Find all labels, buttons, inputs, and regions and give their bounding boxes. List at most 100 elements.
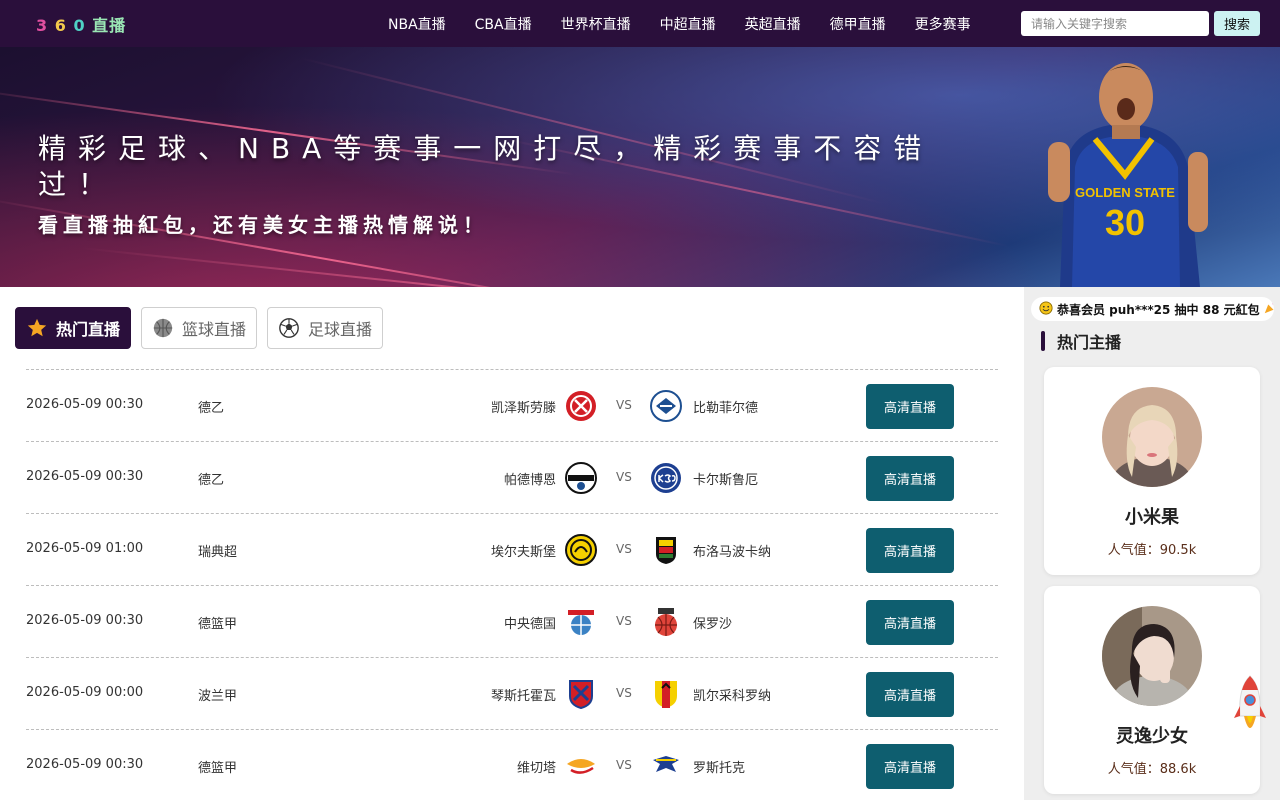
tab-label: 足球直播 <box>308 320 373 339</box>
tab-basketball-live[interactable]: 篮球直播 <box>141 307 258 349</box>
logo-char: 0 <box>73 16 86 35</box>
home-team-name: 埃尔夫斯堡 <box>490 545 556 560</box>
main-nav: NBA直播 CBA直播 世界杯直播 中超直播 英超直播 德甲直播 更多赛事 <box>388 0 1000 47</box>
match-time: 2026-05-09 01:00 <box>26 541 144 556</box>
away-team-name: 比勒菲尔德 <box>693 401 759 416</box>
match-row: 2026-05-09 00:30 德篮甲 中央德国 VS 保罗沙 高清直播 <box>26 585 998 657</box>
basketball-player-image: GOLDEN STATE 30 <box>1048 63 1208 287</box>
category-tabs: 热门直播 篮球直播 足球直播 <box>15 307 393 349</box>
soccer-ball-icon <box>278 317 300 339</box>
vs-label: VS <box>616 614 632 628</box>
match-league: 德篮甲 <box>198 617 238 632</box>
vs-label: VS <box>616 398 632 412</box>
match-row: 2026-05-09 00:30 德乙 凯泽斯劳滕 VS 比勒菲尔德 高清直播 <box>26 369 998 441</box>
hd-live-button[interactable]: 高清直播 <box>866 600 954 645</box>
logo-char: 3 <box>36 16 49 35</box>
hd-live-button[interactable]: 高清直播 <box>866 456 954 501</box>
away-team-name: 凯尔采科罗纳 <box>693 689 772 704</box>
logo-char: 6 <box>54 16 67 35</box>
away-team-name: 布洛马波卡纳 <box>693 545 772 560</box>
anchor-name: 灵逸少女 <box>1116 726 1188 747</box>
nav-link-epl[interactable]: 英超直播 <box>745 14 801 34</box>
home-team-logo <box>565 534 597 566</box>
match-time: 2026-05-09 00:30 <box>26 757 144 772</box>
nav-link-csl[interactable]: 中超直播 <box>660 14 716 34</box>
match-league: 波兰甲 <box>198 689 238 704</box>
vs-label: VS <box>616 470 632 484</box>
match-row: 2026-05-09 00:30 德乙 帕德博恩 VS 卡尔斯鲁厄 高清直播 <box>26 441 998 513</box>
anchor-popularity: 人气值：90.5k <box>1107 543 1197 558</box>
tab-soccer-live[interactable]: 足球直播 <box>267 307 384 349</box>
away-team-name: 罗斯托克 <box>693 761 746 776</box>
party-popper-icon <box>1263 301 1274 318</box>
anchor-card[interactable]: 小米果 人气值：90.5k <box>1044 367 1260 575</box>
home-team-logo <box>567 759 595 774</box>
away-team-logo <box>655 681 677 708</box>
match-time: 2026-05-09 00:30 <box>26 397 144 412</box>
home-team-logo <box>565 462 597 494</box>
match-league: 德乙 <box>198 473 225 488</box>
away-team-logo <box>651 463 681 493</box>
search-button[interactable]: 搜索 <box>1214 11 1260 36</box>
away-team-logo <box>650 390 682 422</box>
vs-label: VS <box>616 686 632 700</box>
home-team-logo <box>568 610 594 635</box>
anchor-name: 小米果 <box>1125 507 1179 528</box>
match-league: 德乙 <box>198 401 225 416</box>
banner-headline: 精彩足球、NBA等赛事一网打尽，精彩赛事不容错过！ <box>38 132 934 201</box>
away-team-name: 保罗沙 <box>693 617 733 632</box>
hero-banner: 精彩足球、NBA等赛事一网打尽，精彩赛事不容错过！ 看直播抽紅包，还有美女主播热… <box>0 47 1280 287</box>
home-team-name: 中央德国 <box>503 617 556 632</box>
tab-hot-live[interactable]: 热门直播 <box>15 307 132 349</box>
svg-text:GOLDEN STATE: GOLDEN STATE <box>1075 185 1175 200</box>
heading-text: 热门主播 <box>1057 333 1122 352</box>
top-navigation-bar: 3 6 0 直播 NBA直播 CBA直播 世界杯直播 中超直播 英超直播 德甲直… <box>0 0 1280 47</box>
hd-live-button[interactable]: 高清直播 <box>866 528 954 573</box>
banner-subheadline: 看直播抽紅包，还有美女主播热情解说！ <box>38 213 488 237</box>
search-input[interactable] <box>1021 11 1209 36</box>
tab-label: 篮球直播 <box>182 320 247 339</box>
heading-accent-bar <box>1041 331 1045 351</box>
nav-link-more[interactable]: 更多赛事 <box>915 14 971 34</box>
away-team-logo <box>655 608 677 636</box>
match-row: 2026-05-09 00:30 德篮甲 维切塔 VS 罗斯托克 高清直播 <box>26 729 998 800</box>
smile-icon <box>1039 300 1053 318</box>
hd-live-button[interactable]: 高清直播 <box>866 672 954 717</box>
away-team-logo <box>653 756 679 772</box>
match-time: 2026-05-09 00:00 <box>26 685 144 700</box>
home-team-logo <box>566 391 596 421</box>
nav-link-nba[interactable]: NBA直播 <box>388 14 446 34</box>
avatar <box>1102 606 1202 706</box>
tab-label: 热门直播 <box>56 320 121 339</box>
anchor-card[interactable]: 灵逸少女 人气值：88.6k <box>1044 586 1260 794</box>
home-team-name: 凯泽斯劳滕 <box>490 401 556 416</box>
logo-text: 直播 <box>92 16 127 35</box>
avatar <box>1102 387 1202 487</box>
nav-link-bundesliga[interactable]: 德甲直播 <box>830 14 886 34</box>
hd-live-button[interactable]: 高清直播 <box>866 744 954 789</box>
home-team-name: 维切塔 <box>516 761 556 776</box>
prize-announcement-marquee: 恭喜会员 puh***25 抽中 88 元紅包 <box>1031 297 1274 321</box>
hd-live-button[interactable]: 高清直播 <box>866 384 954 429</box>
back-to-top-rocket-icon[interactable] <box>1232 674 1268 740</box>
marquee-text: 恭喜会员 puh***25 抽中 88 元紅包 <box>1057 302 1260 317</box>
site-logo[interactable]: 3 6 0 直播 <box>36 12 126 36</box>
nav-link-cba[interactable]: CBA直播 <box>475 14 532 34</box>
vs-label: VS <box>616 758 632 772</box>
star-icon <box>26 317 48 339</box>
home-team-logo <box>569 680 593 710</box>
svg-text:30: 30 <box>1105 202 1145 243</box>
match-league: 德篮甲 <box>198 761 238 776</box>
home-team-name: 琴斯托霍瓦 <box>490 689 556 704</box>
match-time: 2026-05-09 00:30 <box>26 469 144 484</box>
nav-link-world-cup[interactable]: 世界杯直播 <box>561 14 631 34</box>
home-team-name: 帕德博恩 <box>503 473 556 488</box>
vs-label: VS <box>616 542 632 556</box>
hot-anchors-heading: 热门主播 <box>1041 329 1121 353</box>
away-team-name: 卡尔斯鲁厄 <box>693 473 759 488</box>
match-list: 2026-05-09 00:30 德乙 凯泽斯劳滕 VS 比勒菲尔德 高清直播 … <box>26 369 998 800</box>
match-row: 2026-05-09 01:00 瑞典超 埃尔夫斯堡 VS 布洛马波卡纳 高清直… <box>26 513 998 585</box>
match-time: 2026-05-09 00:30 <box>26 613 144 628</box>
basketball-icon <box>152 317 174 339</box>
match-league: 瑞典超 <box>198 545 238 560</box>
